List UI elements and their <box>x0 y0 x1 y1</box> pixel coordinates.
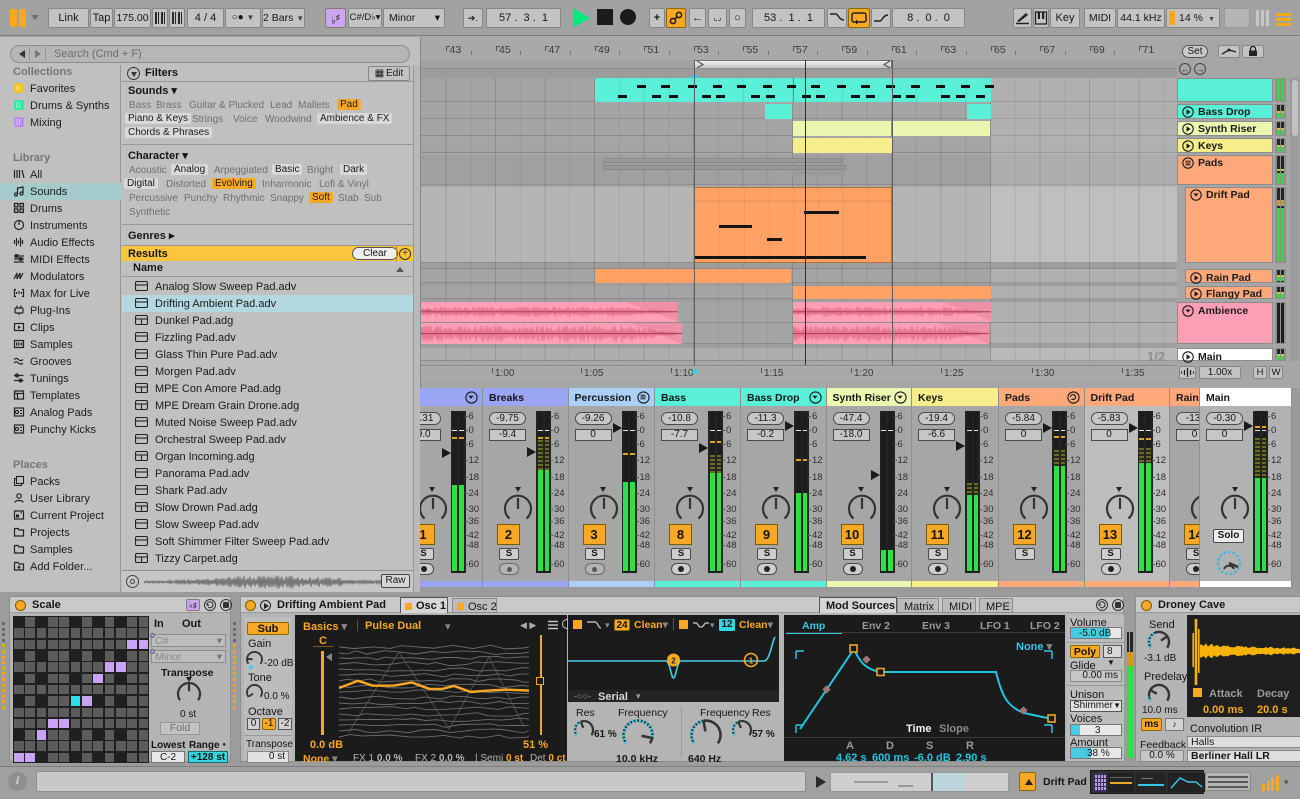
svg-text:2: 2 <box>671 657 676 666</box>
svg-text:1: 1 <box>749 657 754 666</box>
